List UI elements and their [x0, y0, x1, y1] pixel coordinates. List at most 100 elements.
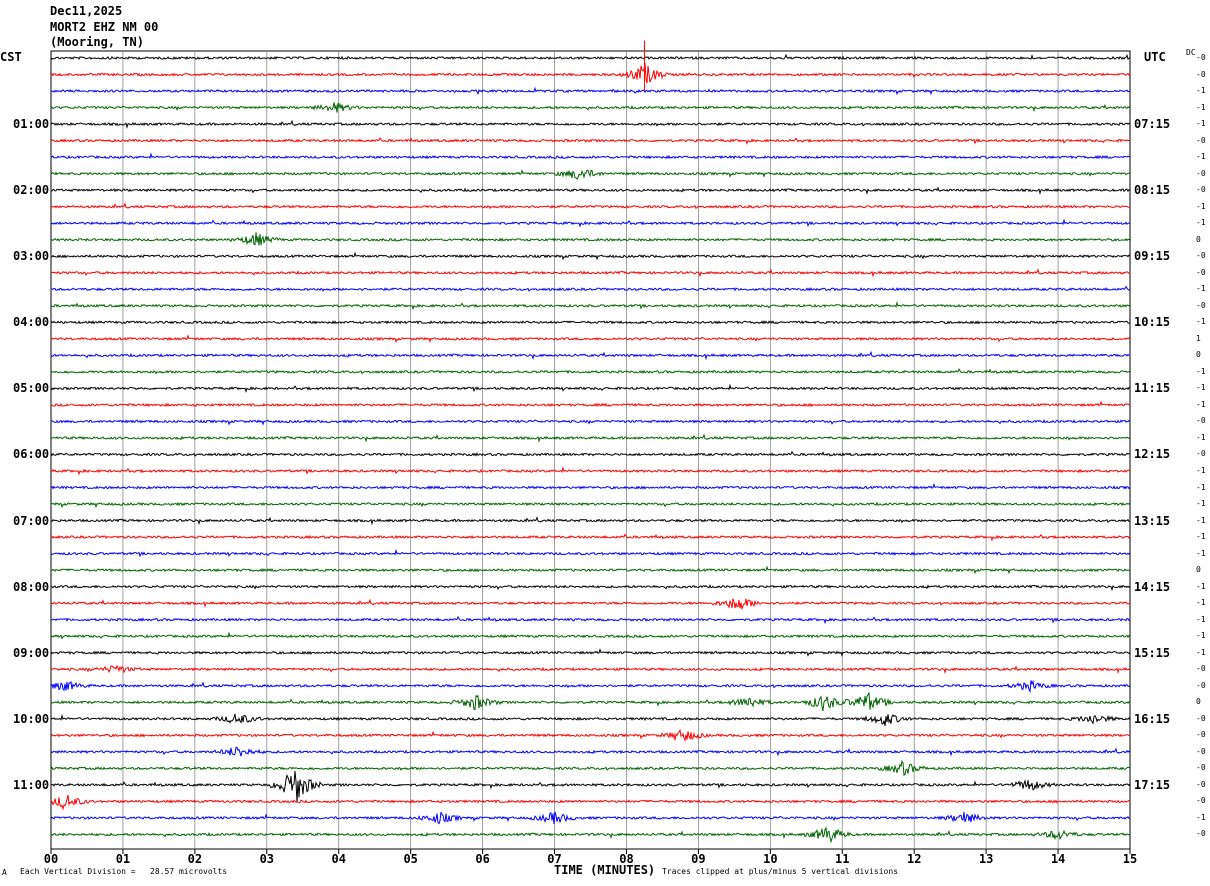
dc-offset-value: -1 — [1196, 515, 1206, 525]
x-tick-label: 04 — [332, 852, 346, 866]
dc-offset-value: 0 — [1196, 234, 1201, 244]
scale-text: Each Vertical Division = 28.57 microvolt… — [20, 867, 228, 876]
seismic-trace — [50, 300, 1131, 311]
dc-offset-value: -0 — [1196, 251, 1206, 261]
left-timezone-label: CST — [0, 50, 22, 64]
right-hour-label: 08:15 — [1134, 183, 1171, 198]
dc-offset-value: -1 — [1196, 548, 1206, 558]
right-hour-label: 07:15 — [1134, 117, 1171, 132]
dc-offset-value: -1 — [1196, 86, 1206, 96]
dc-offset-value: -0 — [1196, 779, 1206, 789]
x-tick-label: 15 — [1123, 852, 1137, 866]
seismic-trace — [50, 826, 1131, 844]
dc-offset-value: -0 — [1196, 829, 1206, 839]
seismic-trace — [50, 548, 1131, 558]
location-label: (Mooring, TN) — [50, 35, 144, 49]
right-hour-label: 11:15 — [1134, 381, 1171, 396]
dc-offset-value: -0 — [1196, 730, 1206, 740]
dc-offset-value: -0 — [1196, 168, 1206, 178]
seismic-trace — [50, 53, 1131, 61]
seismic-trace — [50, 62, 1131, 84]
x-tick-label: 01 — [116, 852, 130, 866]
seismic-trace — [50, 268, 1131, 278]
seismic-trace — [50, 746, 1131, 757]
seismic-trace — [50, 598, 1131, 610]
seismic-trace — [50, 383, 1131, 393]
seismic-trace — [50, 501, 1131, 509]
seismic-trace — [50, 136, 1131, 146]
x-tick-label: 09 — [691, 852, 705, 866]
seismic-trace — [50, 728, 1131, 742]
dc-offset-value: -0 — [1196, 267, 1206, 277]
dc-offset-value: -1 — [1196, 317, 1206, 327]
seismic-trace — [50, 418, 1131, 426]
dc-offset-value: -1 — [1196, 102, 1206, 112]
right-hour-label: 16:15 — [1134, 711, 1171, 726]
dc-offset-value: 1 — [1196, 333, 1201, 343]
date-label: Dec11,2025 — [50, 4, 123, 18]
dc-offset-value: -1 — [1196, 598, 1206, 608]
dc-offset-value: -1 — [1196, 581, 1206, 591]
right-timezone-label: UTC — [1144, 50, 1166, 64]
seismic-trace — [50, 334, 1131, 344]
left-hour-label: 06:00 — [13, 447, 50, 462]
dc-offset-value: -1 — [1196, 482, 1206, 492]
right-hour-label: 14:15 — [1134, 579, 1171, 594]
left-hour-label: 05:00 — [13, 381, 50, 396]
helicorder-plot: 00 01 02 03 04 05 06 07 08 09 10 11 12 13 14 15 — [44, 40, 1137, 866]
dc-offset-value: -1 — [1196, 466, 1206, 475]
seismic-trace — [50, 631, 1131, 640]
dc-offset-value: -1 — [1196, 432, 1206, 442]
seismic-trace — [50, 119, 1131, 129]
seismic-trace — [50, 482, 1131, 490]
dc-offset-value: 0 — [1196, 350, 1201, 360]
seismic-trace — [50, 202, 1131, 210]
dc-offset-value: -1 — [1196, 366, 1206, 376]
scale-marker: A — [2, 868, 7, 877]
right-hour-label: 09:15 — [1134, 249, 1171, 264]
dc-offset-value: -0 — [1196, 713, 1206, 723]
dc-offset-value: -1 — [1196, 119, 1206, 129]
dc-offset-value: -1 — [1196, 631, 1206, 641]
right-hour-label: 12:15 — [1134, 447, 1171, 462]
dc-offset-value: -1 — [1196, 499, 1206, 509]
seismic-trace — [50, 691, 1131, 712]
dc-offset-value: -0 — [1196, 69, 1206, 79]
x-tick-label: 11 — [835, 852, 849, 866]
dc-offset-value: -1 — [1196, 812, 1206, 822]
x-tick-label: 06 — [475, 852, 489, 866]
dc-offset-value: -0 — [1196, 664, 1206, 674]
dc-offset-value: -1 — [1196, 647, 1206, 657]
dc-offset-value: -0 — [1196, 746, 1206, 756]
left-hour-label: 04:00 — [13, 315, 50, 330]
x-axis-label: TIME (MINUTES) — [554, 863, 656, 877]
dc-offset-value: -0 — [1196, 135, 1206, 145]
seismic-trace — [50, 664, 1131, 674]
dc-offset-value: -1 — [1196, 383, 1206, 393]
dc-offset-value: -0 — [1196, 763, 1206, 773]
dc-offset-value: -1 — [1196, 532, 1206, 542]
seismic-trace — [50, 516, 1131, 526]
seismic-trace — [50, 285, 1131, 292]
left-hour-label: 09:00 — [13, 645, 50, 660]
seismic-trace — [50, 811, 1131, 825]
seismic-trace — [50, 152, 1131, 160]
seismic-trace — [50, 218, 1131, 228]
seismic-trace — [50, 102, 1131, 113]
clip-text: Traces clipped at plus/minus 5 vertical … — [662, 867, 899, 876]
dc-offset-value: 0 — [1196, 697, 1201, 707]
right-hour-label: 10:15 — [1134, 315, 1171, 330]
dc-label: DC — [1186, 48, 1196, 57]
dc-offset-value: -1 — [1196, 284, 1206, 294]
x-tick-label: 02 — [188, 852, 202, 866]
seismic-trace — [50, 466, 1131, 476]
seismic-trace — [50, 350, 1131, 361]
seismic-trace — [50, 648, 1131, 657]
seismic-trace — [50, 615, 1131, 625]
dc-offset-value: -0 — [1196, 449, 1206, 459]
seismic-trace — [50, 232, 1131, 246]
x-tick-label: 03 — [260, 852, 274, 866]
seismic-trace — [50, 771, 1131, 803]
x-tick-label: 05 — [403, 852, 417, 866]
seismic-trace — [50, 565, 1131, 575]
